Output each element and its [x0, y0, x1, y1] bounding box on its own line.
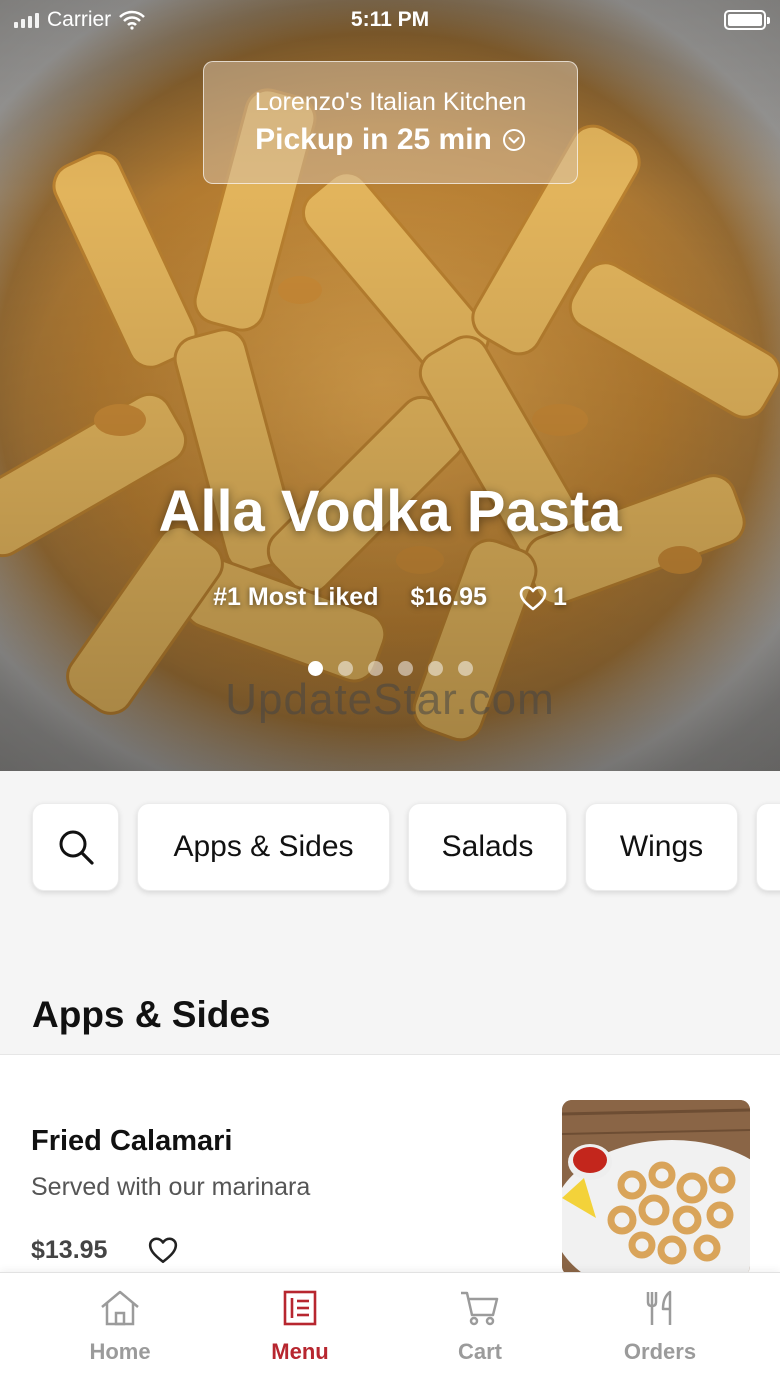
pickup-time: Pickup in 25 min [255, 123, 492, 156]
restaurant-name: Lorenzo's Italian Kitchen [254, 88, 527, 116]
app-screen: Carrier 5:11 PM Lorenzo's Italian Kitche… [0, 0, 780, 1387]
carousel-pagination [0, 661, 780, 676]
fork-knife-icon [646, 1290, 672, 1325]
menu-item-name[interactable]: Fried Calamari [31, 1125, 232, 1158]
pickup-time-row: Pickup in 25 min [204, 123, 577, 157]
pagination-dot[interactable] [397, 661, 413, 676]
search-button[interactable] [32, 803, 119, 891]
tab-cart-label: Cart [457, 1339, 502, 1364]
featured-likes[interactable]: 1 [519, 583, 567, 612]
featured-like-count: 1 [552, 583, 567, 611]
section-title: Apps & Sides [32, 994, 271, 1035]
menu-item-photo[interactable] [562, 1100, 750, 1276]
cart-icon [461, 1291, 499, 1326]
heart-icon [519, 585, 547, 610]
tab-orders[interactable]: Orders [580, 1289, 740, 1365]
featured-dish-title: Alla Vodka Pasta [158, 479, 622, 544]
category-chip-apps-sides[interactable]: Apps & Sides [137, 803, 390, 891]
menu-item-price: $13.95 [31, 1236, 108, 1264]
tab-orders-label: Orders [623, 1339, 697, 1364]
status-bar: Carrier 5:11 PM [0, 0, 780, 40]
featured-carousel[interactable]: Carrier 5:11 PM Lorenzo's Italian Kitche… [0, 0, 780, 771]
battery-icon [724, 10, 770, 30]
pagination-dot[interactable] [367, 661, 383, 676]
featured-rank: #1 Most Liked [213, 583, 379, 611]
featured-price: $16.95 [410, 583, 487, 611]
heart-icon[interactable] [148, 1236, 178, 1264]
tab-bar: Home Menu Cart Orders [0, 1272, 780, 1387]
tab-cart[interactable]: Cart [400, 1289, 560, 1365]
status-time: 5:11 PM [350, 8, 430, 31]
pagination-dot[interactable] [337, 661, 353, 676]
tab-home-label: Home [89, 1339, 151, 1364]
pagination-dot[interactable] [427, 661, 443, 676]
category-chip-salads[interactable]: Salads [408, 803, 567, 891]
restaurant-pickup-selector[interactable]: Lorenzo's Italian Kitchen Pickup in 25 m… [203, 61, 578, 184]
watermark: UpdateStar.com [225, 675, 555, 724]
menu-item-description: Served with our marinara [31, 1173, 311, 1201]
category-chips: Apps & Sides Salads Wings [0, 803, 780, 891]
category-chip-wings[interactable]: Wings [585, 803, 738, 891]
calamari-photo [562, 1100, 750, 1276]
category-chip-more[interactable] [756, 803, 780, 891]
chevron-down-circle-icon [502, 129, 525, 151]
pagination-dot[interactable] [457, 661, 473, 676]
tab-menu-label: Menu [271, 1339, 329, 1364]
search-icon [59, 830, 94, 865]
tab-menu[interactable]: Menu [220, 1289, 380, 1365]
home-icon [101, 1290, 139, 1326]
tab-home[interactable]: Home [40, 1289, 200, 1365]
featured-dish-meta: #1 Most Liked $16.95 1 [0, 583, 780, 612]
pagination-dot[interactable] [307, 661, 323, 676]
menu-icon [283, 1290, 317, 1326]
